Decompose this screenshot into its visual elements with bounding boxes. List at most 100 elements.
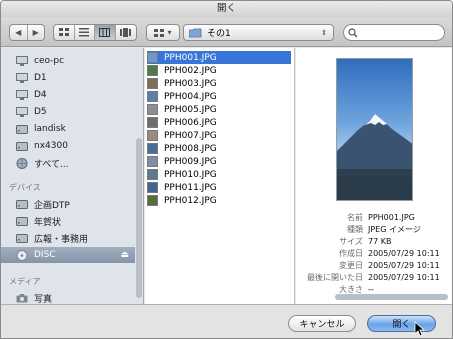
file-row[interactable]: PPH007.JPG [147,129,291,142]
file-name: PPH012.JPG [164,195,217,206]
sidebar-item[interactable]: D1 [1,70,135,86]
file-row[interactable]: PPH001.JPG [147,51,291,64]
sidebar-item[interactable]: ceo-pc [1,53,135,69]
sidebar-item-label: 広報・事務用 [34,234,89,245]
image-file-icon [147,65,158,76]
info-row: 種類 JPEG イメージ [296,224,452,235]
sidebar-item-label: ceo-pc [34,56,65,66]
forward-button[interactable]: ▶ [28,25,45,40]
file-name: PPH011.JPG [164,182,217,193]
sidebar-item[interactable]: landisk [1,121,135,137]
file-row[interactable]: PPH004.JPG [147,90,291,103]
sidebar-item-label: 企画DTP [34,200,70,211]
nav-buttons: ◀ ▶ [9,24,45,41]
search-field[interactable] [343,24,445,41]
arrange-popup[interactable]: ▾ [146,24,180,41]
folder-name: その1 [207,29,231,39]
horizontal-scrollbar[interactable] [335,294,448,300]
file-row[interactable]: PPH008.JPG [147,142,291,155]
open-dialog: 開く ◀ ▶ ▾ その1 ⇕ ceo-pc D1 D4 D5 landisk n… [0,0,453,339]
image-file-icon [147,130,158,141]
sidebar-item[interactable]: nx4300 [1,138,135,154]
search-icon [348,27,358,37]
file-row[interactable]: PPH002.JPG [147,64,291,77]
sidebar-item-label: nx4300 [34,141,68,151]
drive-icon [16,199,28,210]
file-name: PPH002.JPG [164,65,217,76]
image-file-icon [147,156,158,167]
image-file-icon [147,143,158,154]
chevron-down-icon: ▾ [167,28,172,37]
back-arrow-icon: ◀ [15,28,22,37]
back-button[interactable]: ◀ [10,25,28,40]
sidebar-item-label: DISC [34,250,56,260]
info-value: 77 KB [368,237,392,246]
file-row[interactable]: PPH006.JPG [147,116,291,129]
image-file-icon [147,169,158,180]
sidebar-item[interactable]: 年賀状 [1,213,135,229]
drive-icon [16,216,28,227]
file-column: PPH001.JPG PPH002.JPG PPH003.JPG PPH004.JPG… [145,48,295,304]
sidebar-item[interactable]: すべて... [1,155,135,171]
file-name: PPH004.JPG [164,91,217,102]
view-column-button[interactable] [95,25,116,40]
info-row: 最後に開いた日 2005/07/29 10:11 [296,272,452,283]
sidebar-item[interactable]: D4 [1,87,135,103]
sidebar-item[interactable]: 広報・事務用 [1,230,135,246]
file-row[interactable]: PPH012.JPG [147,194,291,207]
section-media: メディア [9,277,41,286]
info-key: 種類 [347,225,363,234]
sidebar-item-label: D1 [34,73,47,83]
view-mode-control [53,24,137,41]
sidebar-item-label: 写真 [34,294,53,305]
mouse-cursor-icon [414,321,426,337]
info-key: サイズ [339,237,363,246]
file-name: PPH010.JPG [164,169,217,180]
view-icon-button[interactable] [54,25,75,40]
info-key: 変更日 [339,261,363,270]
info-key: 作成日 [339,249,363,258]
image-file-icon [147,195,158,206]
view-list-button[interactable] [75,25,95,40]
folder-icon [189,28,202,37]
file-name: PPH006.JPG [164,117,217,128]
info-value: JPEG イメージ [368,225,421,234]
sidebar-item-label: すべて... [34,159,69,170]
folder-popup[interactable]: その1 ⇕ [183,24,334,41]
eject-icon[interactable]: ⏏ [120,250,129,260]
file-name: PPH001.JPG [164,52,217,63]
network-icon [16,157,28,169]
sidebar: ceo-pc D1 D4 D5 landisk nx4300 すべて... デバイス 企画D… [1,48,144,305]
image-file-icon [147,117,158,128]
file-row[interactable]: PPH010.JPG [147,168,291,181]
info-value: 2005/07/29 10:11 [368,249,440,258]
image-file-icon [147,182,158,193]
sidebar-item[interactable]: D5 [1,104,135,120]
file-row[interactable]: PPH009.JPG [147,155,291,168]
sidebar-item[interactable]: DISC ⏏ [1,247,135,263]
column-view-icon [99,28,111,37]
window-title: 開く [1,1,452,17]
file-name: PPH007.JPG [164,130,217,141]
info-key: 最後に開いた日 [307,273,363,282]
display-icon [16,106,28,118]
cancel-button[interactable]: キャンセル [288,315,356,332]
file-name: PPH008.JPG [164,143,217,154]
display-icon [16,55,28,67]
search-input[interactable] [361,26,441,39]
file-name: PPH003.JPG [164,78,217,89]
file-row[interactable]: PPH011.JPG [147,181,291,194]
button-bar: キャンセル 開く [1,304,452,338]
view-coverflow-button[interactable] [116,25,136,40]
forward-arrow-icon: ▶ [32,28,39,37]
sidebar-item-label: 年賀状 [34,217,62,228]
coverflow-view-icon [120,28,132,37]
info-key: 名前 [347,213,363,222]
file-row[interactable]: PPH003.JPG [147,77,291,90]
info-row: サイズ 77 KB [296,236,452,247]
info-row: 作成日 2005/07/29 10:11 [296,248,452,259]
file-name: PPH009.JPG [164,156,217,167]
file-row[interactable]: PPH005.JPG [147,103,291,116]
sidebar-scrollbar[interactable] [136,138,142,298]
sidebar-item[interactable]: 企画DTP [1,196,135,212]
